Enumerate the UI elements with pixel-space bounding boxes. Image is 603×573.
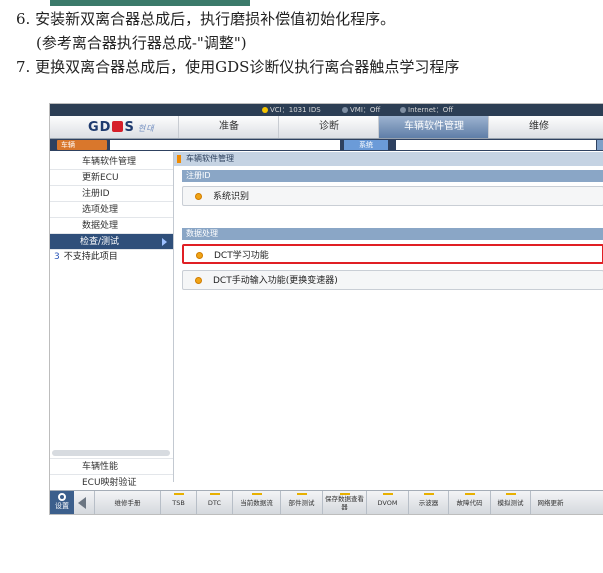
toolbar-manual-button[interactable]: 维修手册 bbox=[94, 491, 160, 514]
bottom-toolbar: 设置 维修手册 TSB DTC 当前数据流 部件测试 保存数据查看器 DVOM … bbox=[50, 490, 603, 514]
toolbar-current-data-button[interactable]: 当前数据流 bbox=[232, 491, 280, 514]
toolbar-scope-button[interactable]: 示波器 bbox=[408, 491, 448, 514]
sidebar-item-update-ecu[interactable]: 更新ECU bbox=[50, 170, 173, 186]
title-marker-icon bbox=[177, 155, 181, 163]
vmi-status: VMI：Off bbox=[342, 104, 380, 116]
top-image-strip bbox=[50, 0, 250, 6]
option-dct-learn[interactable]: DCT学习功能 bbox=[182, 244, 603, 264]
internet-indicator-icon bbox=[400, 107, 406, 113]
vci-indicator-icon bbox=[262, 107, 268, 113]
sidebar-item-register-id[interactable]: 注册ID bbox=[50, 186, 173, 202]
tab-repair[interactable]: 维修 bbox=[488, 116, 589, 138]
confirm-button[interactable] bbox=[597, 140, 603, 150]
vehicle-button[interactable]: 车辆 bbox=[57, 140, 107, 150]
chevron-right-icon bbox=[162, 238, 167, 246]
gear-icon bbox=[58, 493, 66, 501]
vmi-indicator-icon bbox=[342, 107, 348, 113]
sidebar-scrollbar[interactable] bbox=[52, 450, 170, 456]
toolbar-simulation-button[interactable]: 模拟测试 bbox=[490, 491, 530, 514]
sidebar-item-label: 检查/测试 bbox=[80, 237, 120, 247]
section-data-process: 数据处理 bbox=[182, 228, 603, 240]
step-6-reference: (参考离合器执行器总成-"调整") bbox=[36, 34, 247, 52]
toolbar-dtc-button[interactable]: DTC bbox=[196, 491, 232, 514]
sidebar-item-options[interactable]: 选项处理 bbox=[50, 202, 173, 218]
gds-logo: GD S 현대 bbox=[88, 120, 155, 135]
sidebar: 车辆软件管理 更新ECU 注册ID 选项处理 数据处理 检查/测试 3 不支持此项… bbox=[50, 152, 174, 488]
bullet-icon bbox=[196, 252, 203, 259]
vci-status: VCI：1031 IDS bbox=[262, 104, 321, 116]
toolbar-fault-code-button[interactable]: 故障代码 bbox=[448, 491, 490, 514]
toolbar-tsb-button[interactable]: TSB bbox=[160, 491, 196, 514]
tab-diagnosis[interactable]: 诊断 bbox=[278, 116, 379, 138]
unsupported-item: 3 不支持此项目 bbox=[54, 252, 118, 262]
settings-button[interactable]: 设置 bbox=[50, 491, 74, 514]
previous-icon[interactable] bbox=[78, 497, 86, 509]
status-strip: VCI：1031 IDS VMI：Off Internet：Off bbox=[50, 104, 603, 116]
system-button[interactable]: 系统 bbox=[344, 140, 388, 150]
toolbar-update-button[interactable]: 网络更新 bbox=[530, 491, 570, 514]
sidebar-item-inspect[interactable]: 检查/测试 bbox=[50, 234, 173, 250]
gds-screenshot: VCI：1031 IDS VMI：Off Internet：Off GD S 현대 … bbox=[49, 103, 603, 515]
logo-mark-icon bbox=[112, 121, 124, 132]
sidebar-item-performance[interactable]: 车辆性能 bbox=[50, 458, 173, 474]
toolbar-actuation-button[interactable]: 部件测试 bbox=[280, 491, 322, 514]
option-dct-manual-input[interactable]: DCT手动输入功能(更换变速器) bbox=[182, 270, 603, 290]
main-tabs: GD S 현대 准备 诊断 车辆软件管理 维修 bbox=[50, 116, 603, 139]
internet-status: Internet：Off bbox=[400, 104, 453, 116]
option-system-identify[interactable]: 系统识别 bbox=[182, 186, 603, 206]
vehicle-field[interactable] bbox=[110, 140, 340, 150]
main-title: 车辆软件管理 bbox=[174, 152, 603, 166]
toolbar-saved-data-button[interactable]: 保存数据查看器 bbox=[322, 491, 366, 514]
bullet-icon bbox=[195, 277, 202, 284]
step-7-text: 7. 更换双离合器总成后，使用GDS诊断仪执行离合器触点学习程序 bbox=[16, 58, 460, 76]
section-register-id: 注册ID bbox=[182, 170, 603, 182]
sidebar-item-ecu-mapping[interactable]: ECU映射验证 bbox=[50, 474, 173, 490]
bullet-icon bbox=[195, 193, 202, 200]
breadcrumb: 车辆 系统 bbox=[50, 139, 603, 151]
sidebar-item-data[interactable]: 数据处理 bbox=[50, 218, 173, 234]
step-6-text: 6. 安装新双离合器总成后，执行磨损补偿值初始化程序。 bbox=[16, 10, 396, 28]
system-field[interactable] bbox=[396, 140, 596, 150]
main-panel: 车辆软件管理 注册ID 系统识别 数据处理 DCT学习功能 DCT手动输入功能(… bbox=[174, 152, 603, 482]
tab-prepare[interactable]: 准备 bbox=[178, 116, 279, 138]
tab-vehicle-software[interactable]: 车辆软件管理 bbox=[378, 116, 489, 138]
toolbar-dvom-button[interactable]: DVOM bbox=[366, 491, 408, 514]
sidebar-item-software[interactable]: 车辆软件管理 bbox=[50, 154, 173, 170]
